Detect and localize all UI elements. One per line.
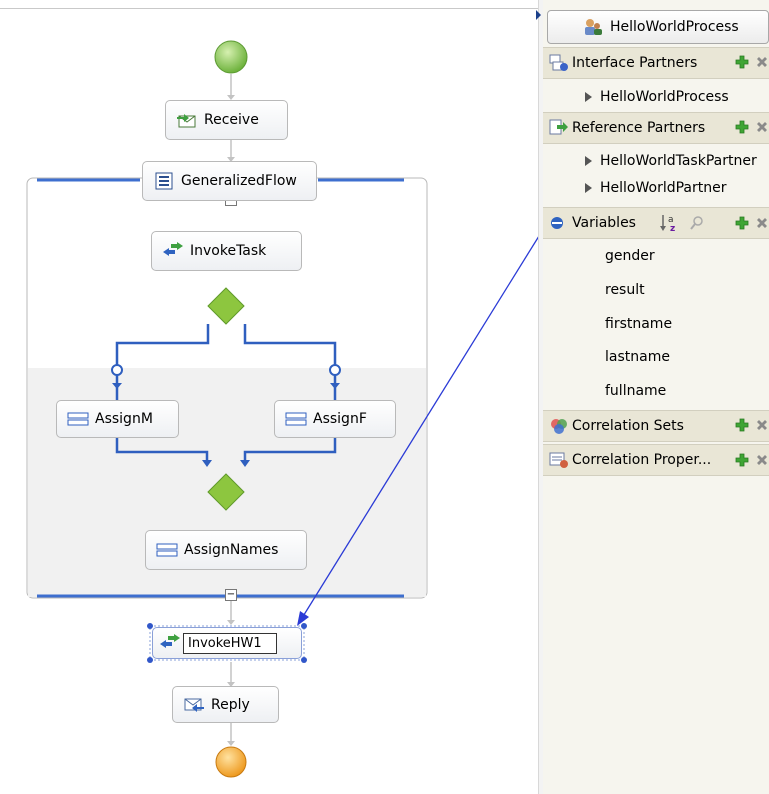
delete-icon[interactable]: [755, 55, 769, 69]
assign-icon: [285, 412, 307, 426]
invoke-task-activity[interactable]: InvokeTask: [151, 231, 302, 271]
add-icon[interactable]: [735, 418, 749, 432]
process-button-label: HelloWorldProcess: [610, 19, 739, 35]
sash-arrow-icon[interactable]: [536, 10, 542, 20]
invoke-hw1-activity[interactable]: InvokeHW1: [152, 627, 302, 659]
add-icon[interactable]: [735, 120, 749, 134]
sort-icon[interactable]: a z: [659, 213, 681, 233]
reference-partner-label: HelloWorldTaskPartner: [600, 152, 757, 169]
selection-handle[interactable]: [301, 657, 307, 663]
reference-partners-label: Reference Partners: [572, 120, 706, 136]
generalized-flow-label: GeneralizedFlow: [181, 173, 297, 189]
assign-m-activity[interactable]: AssignM: [56, 400, 179, 438]
receive-activity[interactable]: Receive: [165, 100, 288, 140]
assign-names-label: AssignNames: [184, 542, 279, 558]
invoke-task-label: InvokeTask: [190, 243, 267, 259]
assign-icon: [67, 412, 89, 426]
collapse-toggle-bottom[interactable]: −: [225, 589, 237, 601]
assign-f-activity[interactable]: AssignF: [274, 400, 396, 438]
delete-icon[interactable]: [755, 216, 769, 230]
variable-item[interactable]: gender: [605, 248, 655, 264]
selection-handle[interactable]: [147, 657, 153, 663]
reply-label: Reply: [211, 696, 250, 713]
add-icon[interactable]: [735, 55, 749, 69]
process-canvas[interactable]: − − Receive GeneralizedFlow InvokeTask: [0, 0, 538, 794]
interface-partner-item[interactable]: HelloWorldProcess: [543, 80, 769, 113]
add-icon[interactable]: [735, 453, 749, 467]
variable-item[interactable]: fullname: [605, 383, 666, 399]
correlation-properties-label: Correlation Proper...: [572, 452, 712, 468]
receive-icon: [177, 114, 196, 128]
variable-item[interactable]: firstname: [605, 316, 672, 332]
assign-f-label: AssignF: [313, 411, 367, 427]
expand-triangle-icon[interactable]: [585, 182, 592, 193]
interface-partner-label: HelloWorldProcess: [600, 88, 729, 105]
delete-icon[interactable]: [755, 120, 769, 134]
process-icon: [585, 19, 602, 35]
reply-activity[interactable]: Reply: [172, 686, 279, 723]
variable-icon: [551, 217, 563, 229]
tray-panel: HelloWorldProcess Interface Partners Hel…: [543, 0, 769, 794]
expand-triangle-icon[interactable]: [585, 155, 592, 166]
assign-names-activity[interactable]: AssignNames: [145, 530, 307, 570]
reply-icon: [184, 698, 204, 712]
delete-icon[interactable]: [755, 418, 769, 432]
add-icon[interactable]: [735, 216, 749, 230]
svg-text:z: z: [670, 224, 675, 233]
assign-m-label: AssignM: [95, 411, 153, 427]
expand-triangle-icon[interactable]: [585, 91, 592, 102]
generalized-flow-icon: [155, 172, 173, 190]
process-button[interactable]: HelloWorldProcess: [547, 10, 769, 44]
assign-icon: [156, 543, 178, 557]
start-event[interactable]: [215, 41, 247, 73]
reference-partner-icon: [549, 119, 568, 135]
invoke-icon: [163, 242, 183, 256]
selection-handle[interactable]: [301, 623, 307, 629]
generalized-flow-activity[interactable]: GeneralizedFlow: [142, 161, 317, 201]
end-event[interactable]: [216, 747, 246, 777]
reference-partner-item[interactable]: HelloWorldPartner: [543, 171, 769, 204]
variable-item[interactable]: lastname: [605, 349, 670, 365]
interface-partners-label: Interface Partners: [572, 55, 698, 71]
parallel-gateway-join[interactable]: [208, 474, 244, 510]
variable-item[interactable]: result: [605, 282, 645, 298]
parallel-gateway-fork[interactable]: [208, 288, 244, 324]
reference-partner-label: HelloWorldPartner: [600, 179, 727, 196]
interface-partner-icon: [549, 54, 568, 71]
search-icon[interactable]: [689, 215, 705, 231]
correlation-sets-label: Correlation Sets: [572, 418, 684, 434]
collapse-symbol: −: [226, 589, 236, 600]
delete-icon[interactable]: [755, 453, 769, 467]
invoke-hw1-label-editor[interactable]: InvokeHW1: [183, 632, 277, 654]
receive-label: Receive: [204, 112, 259, 128]
correlation-property-icon: [549, 452, 568, 468]
selection-handle[interactable]: [147, 623, 153, 629]
correlation-set-icon: [551, 419, 567, 434]
invoke-icon: [160, 634, 180, 648]
variables-label: Variables: [572, 215, 636, 231]
